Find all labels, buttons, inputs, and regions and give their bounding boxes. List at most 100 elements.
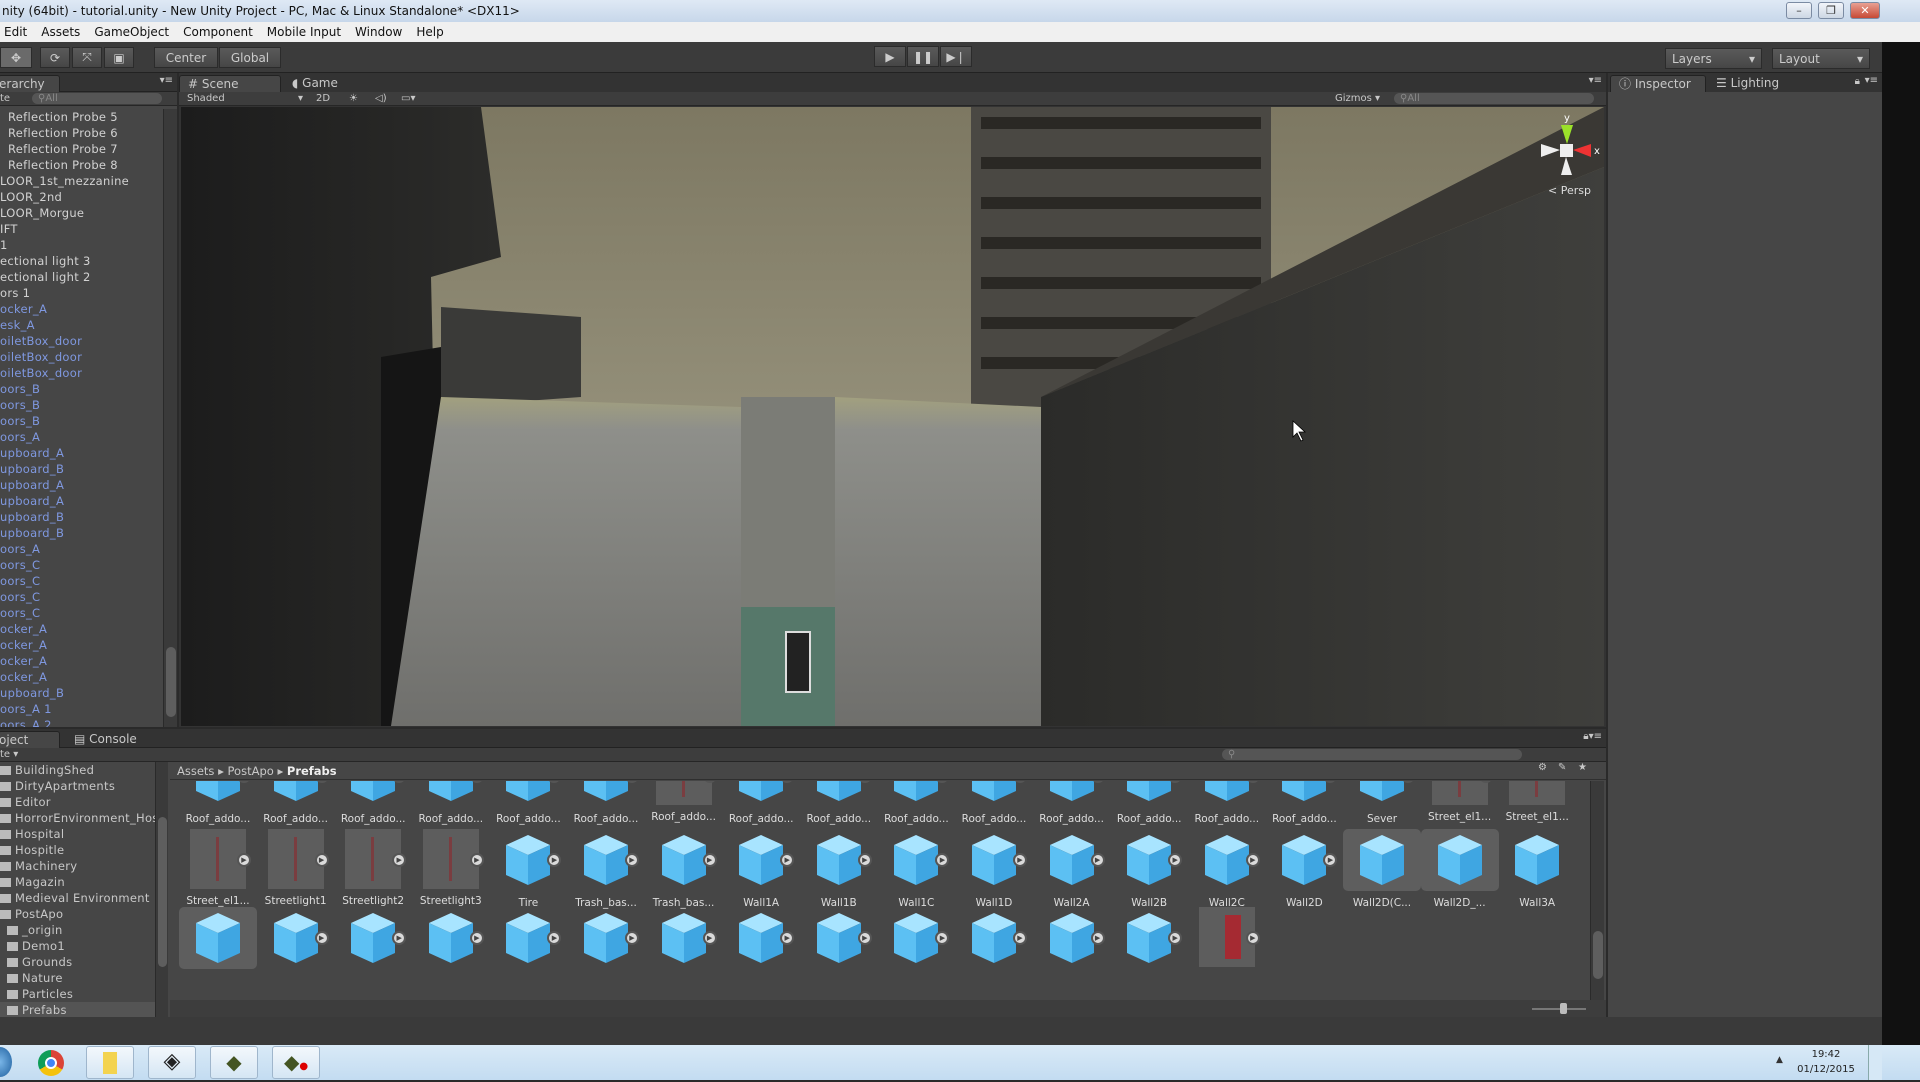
asset-scrollbar[interactable] <box>1590 781 1604 1000</box>
expand-arrow-icon[interactable]: ▶ <box>392 853 407 867</box>
menu-assets[interactable]: Assets <box>41 25 80 39</box>
asset-item[interactable]: ▶Roof_addo... <box>1110 781 1188 825</box>
asset-item[interactable]: ▶Roof_addo... <box>800 781 878 825</box>
hierarchy-item[interactable]: Reflection Probe 6 <box>0 125 163 141</box>
asset-item[interactable]: ▶Street_el1... <box>1421 781 1499 823</box>
folder-item[interactable]: HorrorEnvironment_Hospi <box>0 810 155 826</box>
folder-item[interactable]: Nature <box>0 970 155 986</box>
hierarchy-item[interactable]: ocker_A <box>0 621 163 637</box>
asset-item[interactable]: ▶Roof_addo... <box>1033 781 1111 825</box>
hierarchy-item[interactable]: Reflection Probe 7 <box>0 141 163 157</box>
hierarchy-item[interactable]: upboard_B <box>0 685 163 701</box>
maximize-button[interactable]: ❐ <box>1818 2 1844 19</box>
asset-item[interactable]: Wall2D_... <box>1420 829 1499 909</box>
asset-item[interactable]: ▶ <box>1033 907 1111 975</box>
hierarchy-item[interactable]: esk_A <box>0 317 163 333</box>
hierarchy-item[interactable]: 1 <box>0 237 163 253</box>
panel-menu-icon[interactable]: ▾≡ <box>160 75 173 86</box>
asset-item[interactable]: ▶Roof_addo... <box>722 781 800 825</box>
asset-item[interactable]: ▶ Wall1B <box>800 829 878 909</box>
hierarchy-item[interactable]: ectional light 2 <box>0 269 163 285</box>
close-button[interactable]: ✕ <box>1850 2 1880 19</box>
expand-arrow-icon[interactable]: ▶ <box>1245 931 1260 945</box>
asset-item[interactable]: ▶Roof_addo... <box>489 781 567 825</box>
folder-item[interactable]: DirtyApartments <box>0 778 155 794</box>
scrollbar-thumb[interactable] <box>166 647 176 717</box>
tray-expand-icon[interactable]: ▲ <box>1776 1055 1783 1065</box>
hierarchy-item[interactable]: oiletBox_door <box>0 349 163 365</box>
hierarchy-item[interactable]: oors_A <box>0 541 163 557</box>
scale-tool-icon[interactable]: ⤧ <box>72 47 102 68</box>
expand-arrow-icon[interactable]: ▶ <box>237 853 251 867</box>
hierarchy-item[interactable]: ocker_A <box>0 637 163 653</box>
create-dropdown[interactable]: te <box>0 749 10 760</box>
effects-toggle-icon[interactable]: ▭▾ <box>401 92 415 105</box>
asset-item[interactable]: ▶Roof_addo... <box>179 781 257 825</box>
tab-inspector[interactable]: ⓘ Inspector <box>1610 75 1706 92</box>
tab-hierarchy[interactable]: erarchy <box>0 75 60 92</box>
explorer-icon[interactable] <box>86 1046 134 1079</box>
folder-item[interactable]: PostApo <box>0 906 155 922</box>
layers-dropdown[interactable]: Layers ▾ <box>1665 48 1762 69</box>
asset-item[interactable]: ▶ Wall2B <box>1110 829 1188 909</box>
hierarchy-item[interactable]: oors_B <box>0 397 163 413</box>
folder-item[interactable]: Magazin <box>0 874 155 890</box>
asset-item[interactable]: ▶ Wall2A <box>1033 829 1111 909</box>
hierarchy-item[interactable]: ors 1 <box>0 285 163 301</box>
tab-scene[interactable]: # Scene <box>179 75 281 92</box>
folder-item[interactable]: Particles <box>0 986 155 1002</box>
hierarchy-item[interactable]: oiletBox_door <box>0 365 163 381</box>
asset-item[interactable]: ▶ <box>257 907 335 975</box>
scrollbar-thumb[interactable] <box>1593 931 1603 979</box>
hierarchy-item[interactable]: upboard_A <box>0 477 163 493</box>
asset-item[interactable]: ▶ Streetlight2 <box>334 829 412 907</box>
hierarchy-item[interactable]: oors_C <box>0 605 163 621</box>
project-search-input[interactable]: ⚲ <box>1222 749 1522 760</box>
panel-menu-icon[interactable]: ▾≡ <box>1865 75 1878 86</box>
project-folder-tree[interactable]: BuildingShed DirtyApartments Editor HorrorE… <box>0 762 155 1017</box>
asset-item[interactable]: ▶ Trash_bas... <box>567 829 645 909</box>
asset-item[interactable]: ▶Roof_addo... <box>257 781 335 825</box>
asset-item[interactable]: ▶ <box>489 907 567 975</box>
asset-item[interactable]: ▶Roof_addo... <box>955 781 1033 825</box>
hierarchy-item[interactable]: upboard_A <box>0 493 163 509</box>
hierarchy-item[interactable]: LOOR_2nd <box>0 189 163 205</box>
rect-tool-icon[interactable]: ▣ <box>104 47 134 68</box>
folder-item[interactable]: Hospitle <box>0 842 155 858</box>
asset-item[interactable]: ▶ <box>800 907 878 975</box>
asset-item[interactable]: ▶Roof_addo... <box>334 781 412 825</box>
monodevelop-debug-icon[interactable]: ◆● <box>272 1046 320 1079</box>
tab-lighting[interactable]: ☰ Lighting <box>1708 75 1787 92</box>
folder-item[interactable]: Prefabs <box>0 1002 155 1017</box>
asset-item[interactable]: ▶Roof_addo... <box>1265 781 1343 825</box>
asset-item[interactable]: ▶Street_el1... <box>179 829 257 907</box>
asset-item[interactable]: ▶ Wall1D <box>955 829 1033 909</box>
hierarchy-item[interactable]: ocker_A <box>0 653 163 669</box>
asset-item[interactable]: ▶ <box>334 907 412 975</box>
hierarchy-search-input[interactable]: ⚲All <box>32 93 162 104</box>
menu-component[interactable]: Component <box>183 25 253 39</box>
asset-item[interactable]: ▶ <box>412 907 490 975</box>
hierarchy-item[interactable]: ectional light 3 <box>0 253 163 269</box>
asset-item[interactable]: ▶ <box>877 907 955 975</box>
move-tool-icon[interactable]: ✥ <box>0 47 32 68</box>
pivot-global-button[interactable]: Global <box>219 47 281 68</box>
folder-item[interactable]: Demo1 <box>0 938 155 954</box>
asset-item[interactable]: ▶Roof_addo... <box>412 781 490 825</box>
hierarchy-item[interactable]: oors_A <box>0 429 163 445</box>
asset-item[interactable]: ▶ <box>645 907 723 975</box>
expand-arrow-icon[interactable]: ▶ <box>625 931 639 945</box>
asset-item[interactable]: Wall3A <box>1498 829 1576 909</box>
asset-item[interactable]: ▶ Wall1A <box>722 829 800 909</box>
expand-arrow-icon[interactable]: ▶ <box>1245 853 1260 867</box>
hierarchy-item[interactable]: oors_B <box>0 413 163 429</box>
hierarchy-item[interactable]: oors_C <box>0 557 163 573</box>
menu-help[interactable]: Help <box>416 25 443 39</box>
hierarchy-item[interactable]: upboard_B <box>0 509 163 525</box>
audio-toggle-icon[interactable]: ◁) <box>375 92 387 105</box>
breadcrumb-prefabs[interactable]: Prefabs <box>287 764 337 778</box>
folder-item[interactable]: Machinery <box>0 858 155 874</box>
chrome-icon[interactable] <box>38 1050 64 1076</box>
scrollbar-thumb[interactable] <box>158 817 167 967</box>
hierarchy-item[interactable]: oors_C <box>0 573 163 589</box>
